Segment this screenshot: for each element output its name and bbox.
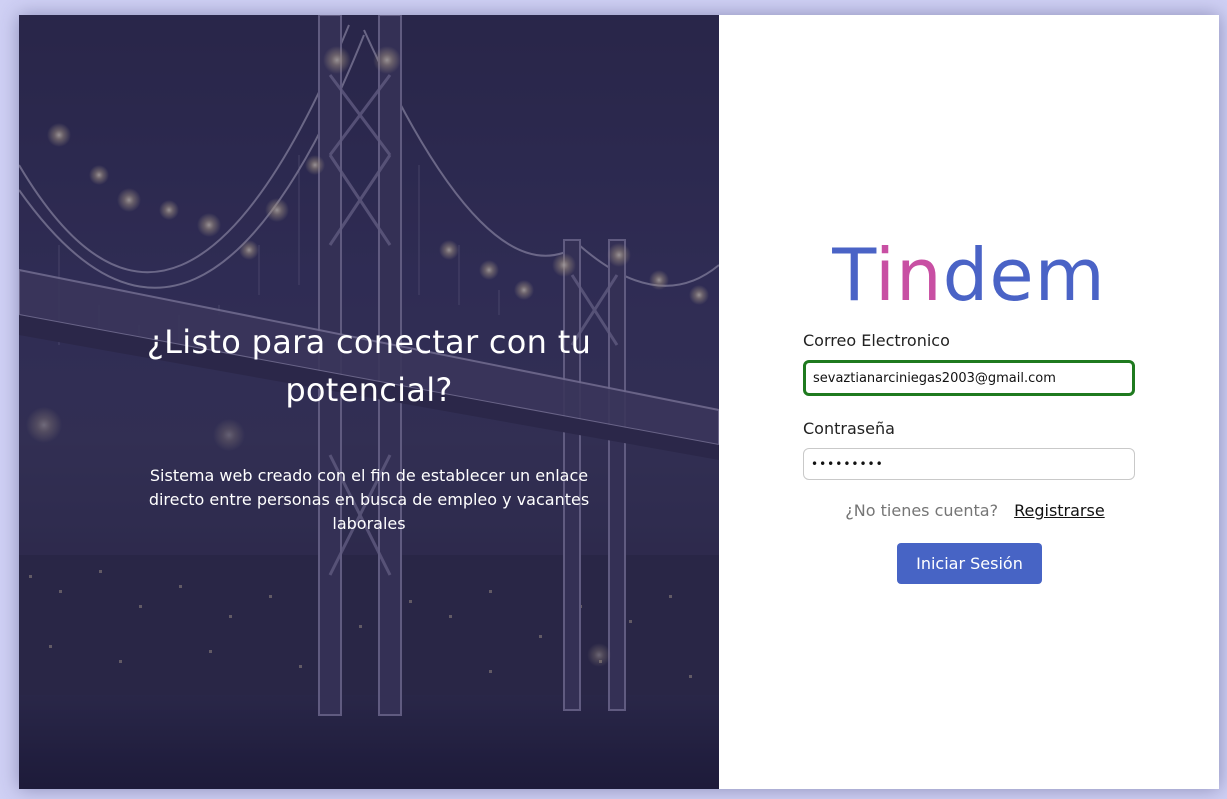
email-field[interactable] [803,360,1135,396]
password-label: Contraseña [803,419,895,438]
login-window: ¿Listo para conectar con tu potencial? S… [19,15,1219,789]
signup-row: ¿No tienes cuenta? Registrarse [719,501,1219,520]
signup-link[interactable]: Registrarse [1014,501,1105,520]
password-field[interactable] [803,448,1135,480]
email-label: Correo Electronico [803,331,950,350]
signup-question: ¿No tienes cuenta? [845,501,999,520]
hero-description: Sistema web creado con el fin de estable… [148,466,590,533]
brand-logo-part-2: in [874,233,943,317]
brand-logo-part-3: dem [942,233,1106,317]
login-button[interactable]: Iniciar Sesión [897,543,1042,584]
login-panel: Tindem Correo Electronico Contraseña ¿No… [719,15,1219,789]
brand-logo-part-1: T [832,233,875,317]
hero-title: ¿Listo para conectar con tu potencial? [146,323,592,409]
hero-panel: ¿Listo para conectar con tu potencial? S… [19,15,719,789]
brand-logo: Tindem [719,236,1219,314]
